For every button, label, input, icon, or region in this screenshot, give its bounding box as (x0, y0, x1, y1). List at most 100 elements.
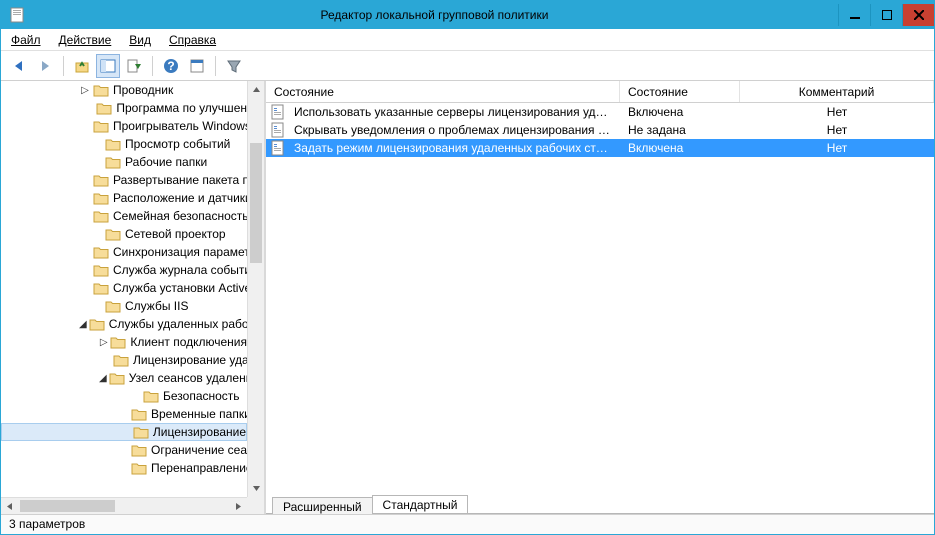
back-button[interactable] (7, 54, 31, 78)
folder-icon (109, 371, 125, 385)
toolbar: ? (1, 51, 934, 81)
column-comment[interactable]: Комментарий (740, 81, 934, 102)
collapse-icon[interactable]: ◢ (99, 373, 107, 384)
cell-state: Включена (620, 141, 740, 155)
scroll-right-arrow[interactable] (230, 498, 247, 514)
tree-item-label: Семейная безопасность (113, 209, 247, 223)
tree-item-label: Проигрыватель Windows (113, 119, 247, 133)
expand-icon[interactable]: ▷ (99, 337, 108, 348)
minimize-button[interactable] (838, 4, 870, 26)
folder-icon (105, 299, 121, 313)
tree-item[interactable]: Лицензирование удал (1, 351, 247, 369)
properties-button[interactable] (185, 54, 209, 78)
menu-file[interactable]: Файл (11, 33, 41, 47)
list-row[interactable]: Задать режим лицензирования удаленных ра… (266, 139, 934, 157)
tree-item-label: Проводник (113, 83, 173, 97)
policy-icon (270, 140, 286, 156)
menu-help[interactable]: Справка (169, 33, 216, 47)
tree-item[interactable]: Служба установки Active (1, 279, 247, 297)
cell-state: Не задана (620, 123, 740, 137)
hscroll-thumb[interactable] (20, 500, 115, 512)
tree-item-label: Лицензирование (153, 425, 246, 439)
cell-comment: Нет (740, 141, 934, 155)
tree-item[interactable]: Синхронизация параметр (1, 243, 247, 261)
tree-item-label: Рабочие папки (125, 155, 207, 169)
tree-item-label: Перенаправление (151, 461, 247, 475)
filter-button[interactable] (222, 54, 246, 78)
menu-action[interactable]: Действие (59, 33, 112, 47)
folder-icon (113, 353, 129, 367)
tree-pane: ▷ Проводник Программа по улучшен Проигрыват… (1, 81, 266, 514)
folder-icon (131, 407, 147, 421)
tree-item-label: Служба установки Active (113, 281, 247, 295)
tree-item[interactable]: Сетевой проектор (1, 225, 247, 243)
close-button[interactable] (902, 4, 934, 26)
folder-icon (93, 263, 109, 277)
app-icon (9, 7, 25, 23)
tree-item[interactable]: ▷ Проводник (1, 81, 247, 99)
tree-item[interactable]: Проигрыватель Windows (1, 117, 247, 135)
scroll-up-arrow[interactable] (248, 81, 264, 98)
scroll-thumb[interactable] (250, 143, 262, 263)
vertical-scrollbar[interactable] (247, 81, 264, 497)
collapse-icon[interactable]: ◢ (79, 319, 87, 330)
export-button[interactable] (122, 54, 146, 78)
tree-item-label: Развертывание пакета пр (113, 173, 247, 187)
tree-item[interactable]: Перенаправление (1, 459, 247, 477)
window-controls (838, 4, 934, 26)
column-name[interactable]: Состояние (266, 81, 620, 102)
folder-icon (96, 101, 112, 115)
folder-icon (93, 281, 109, 295)
tree-item[interactable]: Расположение и датчики (1, 189, 247, 207)
tree[interactable]: ▷ Проводник Программа по улучшен Проигрыват… (1, 81, 247, 497)
folder-icon (133, 425, 149, 439)
tree-item[interactable]: Лицензирование (1, 423, 247, 441)
list-header: Состояние Состояние Комментарий (266, 81, 934, 103)
tree-item[interactable]: Развертывание пакета пр (1, 171, 247, 189)
list-row[interactable]: Скрывать уведомления о проблемах лицензи… (266, 121, 934, 139)
column-state[interactable]: Состояние (620, 81, 740, 102)
tree-item[interactable]: ◢Службы удаленных рабо (1, 315, 247, 333)
expand-icon[interactable]: ▷ (79, 85, 91, 96)
tab-standard[interactable]: Стандартный (372, 495, 469, 513)
list-row[interactable]: Использовать указанные серверы лицензиро… (266, 103, 934, 121)
tabs-bar: Расширенный Стандартный (266, 491, 934, 513)
toolbar-separator-3 (215, 56, 216, 76)
tree-item[interactable]: ◢Узел сеансов удаленн (1, 369, 247, 387)
cell-name: Задать режим лицензирования удаленных ра… (286, 141, 620, 155)
tree-item[interactable]: Безопасность (1, 387, 247, 405)
show-tree-button[interactable] (96, 54, 120, 78)
cell-name: Использовать указанные серверы лицензиро… (286, 105, 620, 119)
cell-state: Включена (620, 105, 740, 119)
tree-item[interactable]: Службы IIS (1, 297, 247, 315)
window-title: Редактор локальной групповой политики (31, 8, 838, 22)
maximize-button[interactable] (870, 4, 902, 26)
folder-icon (93, 245, 109, 259)
tree-item[interactable]: ▷Клиент подключения (1, 333, 247, 351)
statusbar: 3 параметров (1, 514, 934, 534)
tree-item-label: Безопасность (163, 389, 240, 403)
tree-item-label: Расположение и датчики (113, 191, 247, 205)
forward-button[interactable] (33, 54, 57, 78)
tree-item-label: Ограничение сеан (151, 443, 247, 457)
folder-icon (131, 443, 147, 457)
up-button[interactable] (70, 54, 94, 78)
scroll-left-arrow[interactable] (1, 498, 18, 514)
cell-comment: Нет (740, 105, 934, 119)
tree-item[interactable]: Программа по улучшен (1, 99, 247, 117)
scroll-down-arrow[interactable] (248, 480, 264, 497)
tree-item[interactable]: Ограничение сеан (1, 441, 247, 459)
tree-item[interactable]: Просмотр событий (1, 135, 247, 153)
tree-item[interactable]: Временные папки (1, 405, 247, 423)
folder-icon (131, 461, 147, 475)
tab-extended[interactable]: Расширенный (272, 497, 373, 514)
tree-item[interactable]: Служба журнала событи (1, 261, 247, 279)
tree-item[interactable]: Семейная безопасность (1, 207, 247, 225)
tree-item[interactable]: Рабочие папки (1, 153, 247, 171)
list-body[interactable]: Использовать указанные серверы лицензиро… (266, 103, 934, 491)
help-button[interactable]: ? (159, 54, 183, 78)
list-pane: Состояние Состояние Комментарий Использо… (266, 81, 934, 514)
horizontal-scrollbar[interactable] (1, 497, 247, 514)
folder-icon (105, 227, 121, 241)
menu-view[interactable]: Вид (129, 33, 151, 47)
